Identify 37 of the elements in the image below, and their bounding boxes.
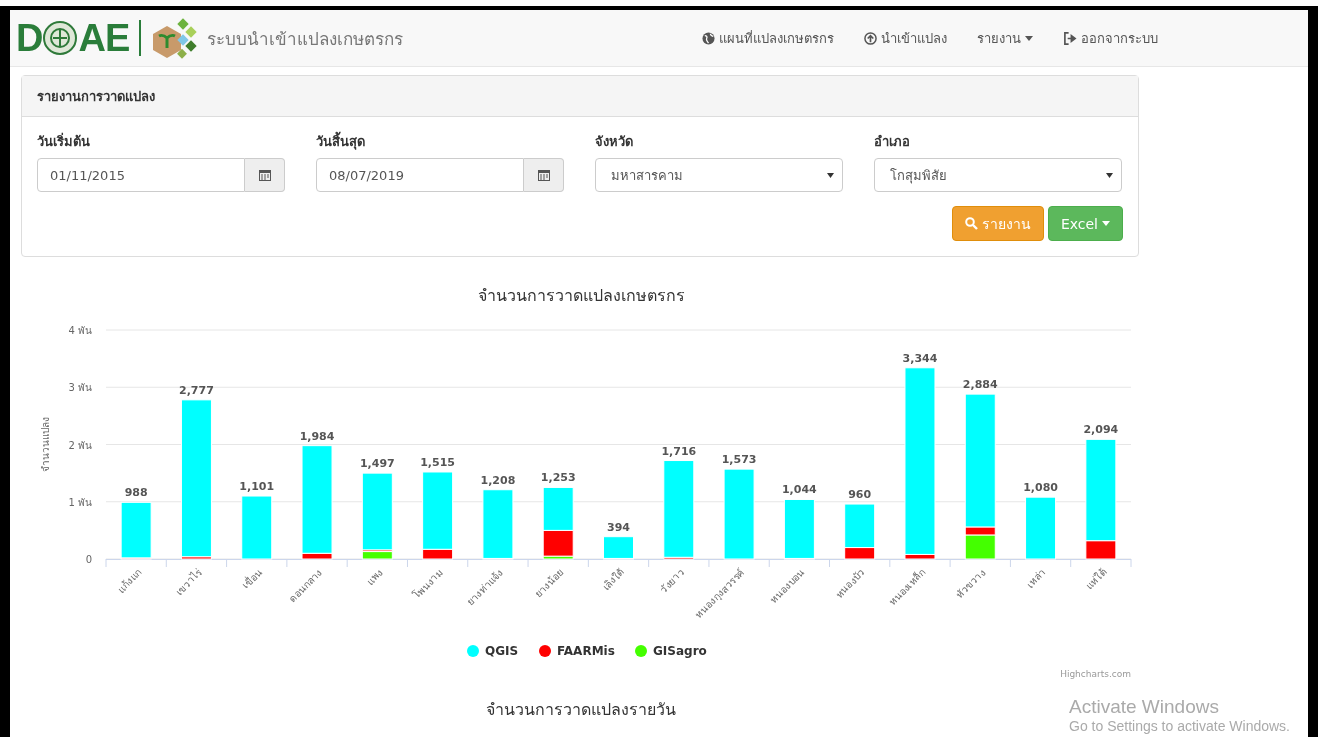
y-tick-label: 1 พัน xyxy=(68,496,92,508)
value-label: 1,984 xyxy=(299,429,335,443)
value-label: 1,716 xyxy=(661,444,697,458)
value-label: 2,094 xyxy=(1083,423,1119,437)
value-label: 1,101 xyxy=(239,480,275,493)
legend-label: FAARMis xyxy=(557,644,615,658)
value-label: 2,884 xyxy=(962,378,998,392)
y-tick-label: 0 xyxy=(85,554,92,565)
y-tick-label: 2 พัน xyxy=(68,439,92,451)
field-label: วันเริ่มต้น xyxy=(37,131,91,151)
value-label: 960 xyxy=(848,488,872,502)
y-axis-title: จำนวนแปลง xyxy=(40,417,51,472)
legend-label: GISagro xyxy=(653,644,707,658)
panel-title: รายงานการวาดแปลง xyxy=(37,87,155,106)
value-label: 1,253 xyxy=(540,471,576,485)
value-label: 1,080 xyxy=(1023,481,1058,495)
legend-label: QGIS xyxy=(485,644,519,658)
value-label: 3,344 xyxy=(902,351,938,365)
field-label: จังหวัด xyxy=(595,133,634,151)
value-label: 1,208 xyxy=(480,473,516,487)
x-tick-label: แพง xyxy=(364,566,385,588)
value-label: 1,515 xyxy=(420,456,455,469)
field-label: อำเภอ xyxy=(874,133,911,151)
chart-title: จำนวนการวาดแปลงรายวัน xyxy=(486,699,676,721)
value-label: 1,573 xyxy=(721,453,757,467)
value-label: 2,777 xyxy=(179,383,214,397)
value-label: 1,044 xyxy=(782,483,817,497)
y-tick-label: 4 พัน xyxy=(68,325,92,336)
activation-text: Go to Settings to activate Windows. xyxy=(1069,718,1290,734)
value-label: 1,497 xyxy=(359,457,395,471)
value-label: 988 xyxy=(124,486,148,500)
value-label: 394 xyxy=(607,520,630,534)
y-tick-label: 3 พัน xyxy=(68,382,92,394)
field-label: วันสิ้นสุด xyxy=(316,131,564,152)
chart-title: จำนวนการวาดแปลงเกษตรกร xyxy=(477,286,685,305)
activation-title: Activate Windows xyxy=(1069,696,1220,718)
app-title: ระบบนำเข้าแปลงเกษตรกร xyxy=(207,27,404,51)
